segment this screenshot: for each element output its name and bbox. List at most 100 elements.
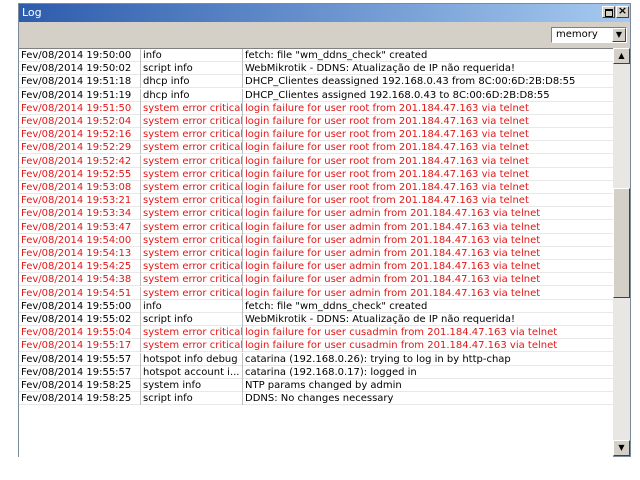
log-row[interactable]: Fev/08/2014 19:52:29 system error critica… (19, 141, 613, 155)
log-time: Fev/08/2014 19:58:25 (19, 379, 141, 392)
log-time: Fev/08/2014 19:54:38 (19, 273, 141, 287)
log-topics: system info (141, 379, 243, 392)
log-row[interactable]: Fev/08/2014 19:54:00 system error critica… (19, 233, 613, 247)
log-topics: system error critical (143, 207, 243, 221)
log-topics: script info (141, 392, 243, 406)
log-topics: system error critical (143, 220, 243, 234)
log-topics: system error critical (143, 154, 243, 168)
log-topics: hotspot info debug (141, 352, 243, 366)
log-topics: system error critical (143, 115, 243, 128)
log-row[interactable]: Fev/08/2014 19:51:50 system error critica… (19, 101, 613, 115)
log-row[interactable]: Fev/08/2014 19:53:47 system error critica… (19, 220, 613, 234)
log-topics: system error critical (143, 181, 243, 194)
log-time: Fev/08/2014 19:53:08 (19, 181, 141, 194)
log-topics: script info (141, 62, 243, 76)
log-topics: dhcp info (141, 75, 243, 89)
buffer-select-value: memory (556, 29, 598, 40)
log-row[interactable]: Fev/08/2014 19:55:57 hotspot account i...… (19, 365, 613, 379)
log-row[interactable]: Fev/08/2014 19:58:25 system info NTP param… (19, 379, 613, 392)
log-message: login failure for user cusadmin from 201… (245, 340, 558, 352)
log-row[interactable]: Fev/08/2014 19:51:18 dhcp info DHCP_Client… (19, 75, 613, 89)
log-window: Log × memory ▼ Fev/08/2014 19:50:00 info f… (18, 3, 631, 457)
vertical-scrollbar[interactable]: ▲ ▼ (613, 48, 630, 456)
log-topics: hotspot account i... (141, 365, 243, 379)
log-topics: system error critical (143, 101, 243, 115)
log-row[interactable]: Fev/08/2014 19:54:38 system error critica… (19, 273, 613, 287)
log-row[interactable]: Fev/08/2014 19:52:42 system error critica… (19, 154, 613, 168)
log-row[interactable]: Fev/08/2014 19:50:00 info fetch: file "wm_… (19, 49, 613, 62)
log-time: Fev/08/2014 19:52:04 (19, 115, 141, 128)
log-message: DHCP_Clientes deassigned 192.168.0.43 fr… (245, 76, 576, 88)
log-message: login failure for user root from 201.184… (245, 142, 529, 154)
log-topics: system error critical (143, 141, 243, 155)
log-message: login failure for user root from 201.184… (245, 182, 529, 193)
log-time: Fev/08/2014 19:53:47 (19, 220, 141, 234)
log-topics: info (141, 49, 243, 62)
log-time: Fev/08/2014 19:50:00 (19, 49, 141, 62)
log-row[interactable]: Fev/08/2014 19:53:08 system error critica… (19, 181, 613, 194)
log-message: catarina (192.168.0.17): logged in (245, 366, 417, 378)
title-bar[interactable]: Log × (19, 4, 630, 22)
log-row[interactable]: Fev/08/2014 19:55:17 system error critica… (19, 339, 613, 353)
log-row[interactable]: Fev/08/2014 19:55:00 info fetch: file "wm_… (19, 299, 613, 313)
log-message: NTP params changed by admin (245, 380, 402, 391)
log-row[interactable]: Fev/08/2014 19:55:57 hotspot info debug ca… (19, 352, 613, 366)
log-message: fetch: file "wm_ddns_check" created (245, 300, 428, 312)
log-message: DHCP_Clientes assigned 192.168.0.43 to 8… (245, 89, 550, 101)
log-message: fetch: file "wm_ddns_check" created (245, 50, 428, 61)
log-message: login failure for user root from 201.184… (245, 129, 529, 141)
log-message: login failure for user root from 201.184… (245, 116, 529, 127)
log-time: Fev/08/2014 19:52:42 (19, 154, 141, 168)
log-message: login failure for user admin from 201.18… (245, 287, 541, 299)
toolbar: memory ▼ (19, 22, 630, 48)
log-message: login failure for user root from 201.184… (245, 168, 529, 180)
dropdown-arrow-icon[interactable]: ▼ (612, 28, 626, 42)
log-message: login failure for user admin from 201.18… (245, 221, 541, 233)
log-row[interactable]: Fev/08/2014 19:54:13 system error critica… (19, 247, 613, 260)
scroll-up-button[interactable]: ▲ (613, 48, 630, 64)
scroll-down-button[interactable]: ▼ (613, 440, 630, 456)
log-row[interactable]: Fev/08/2014 19:52:55 system error critica… (19, 167, 613, 181)
log-message: catarina (192.168.0.26): trying to log i… (245, 353, 511, 365)
close-button[interactable]: × (616, 4, 629, 18)
log-topics: system error critical (143, 247, 243, 260)
log-topics: system error critical (143, 326, 243, 340)
scroll-thumb[interactable] (613, 188, 630, 298)
log-row[interactable]: Fev/08/2014 19:53:21 system error critica… (19, 194, 613, 208)
log-row[interactable]: Fev/08/2014 19:52:16 system error critica… (19, 128, 613, 142)
log-row[interactable]: Fev/08/2014 19:51:19 dhcp info DHCP_Client… (19, 88, 613, 102)
log-time: Fev/08/2014 19:51:18 (19, 75, 141, 89)
log-time: Fev/08/2014 19:55:57 (19, 352, 141, 366)
log-time: Fev/08/2014 19:50:02 (19, 62, 141, 76)
restore-button[interactable] (602, 6, 615, 18)
log-time: Fev/08/2014 19:53:21 (19, 194, 141, 208)
restore-icon (605, 9, 613, 17)
log-time: Fev/08/2014 19:55:17 (19, 339, 141, 353)
log-topics: system error critical (143, 167, 243, 181)
log-time: Fev/08/2014 19:52:29 (19, 141, 141, 155)
log-row[interactable]: Fev/08/2014 19:50:02 script info WebMikrot… (19, 62, 613, 76)
log-row[interactable]: Fev/08/2014 19:54:25 system error critica… (19, 260, 613, 274)
buffer-select[interactable]: memory ▼ (551, 27, 627, 43)
log-message: WebMikrotik - DDNS: Atualização de IP nã… (245, 63, 516, 75)
log-row[interactable]: Fev/08/2014 19:55:02 script info WebMikrot… (19, 313, 613, 326)
log-time: Fev/08/2014 19:55:02 (19, 313, 141, 326)
log-message: login failure for user cusadmin from 201… (245, 327, 558, 339)
log-row[interactable]: Fev/08/2014 19:58:25 script info DDNS: No … (19, 392, 613, 406)
log-row[interactable]: Fev/08/2014 19:52:04 system error critica… (19, 115, 613, 128)
log-time: Fev/08/2014 19:54:00 (19, 233, 141, 247)
log-message: login failure for user root from 201.184… (245, 155, 529, 167)
log-message: login failure for user root from 201.184… (245, 102, 529, 114)
log-row[interactable]: Fev/08/2014 19:54:51 system error critica… (19, 286, 613, 300)
log-row[interactable]: Fev/08/2014 19:55:04 system error critica… (19, 326, 613, 340)
log-list: Fev/08/2014 19:50:00 info fetch: file "wm_… (19, 48, 613, 457)
log-message: login failure for user admin from 201.18… (245, 261, 541, 273)
log-time: Fev/08/2014 19:55:00 (19, 299, 141, 313)
log-time: Fev/08/2014 19:55:04 (19, 326, 141, 340)
log-time: Fev/08/2014 19:55:57 (19, 365, 141, 379)
log-topics: system error critical (143, 339, 243, 353)
log-row[interactable]: Fev/08/2014 19:53:34 system error critica… (19, 207, 613, 221)
log-topics: system error critical (143, 194, 243, 208)
log-topics: system error critical (143, 260, 243, 274)
log-topics: system error critical (143, 273, 243, 287)
